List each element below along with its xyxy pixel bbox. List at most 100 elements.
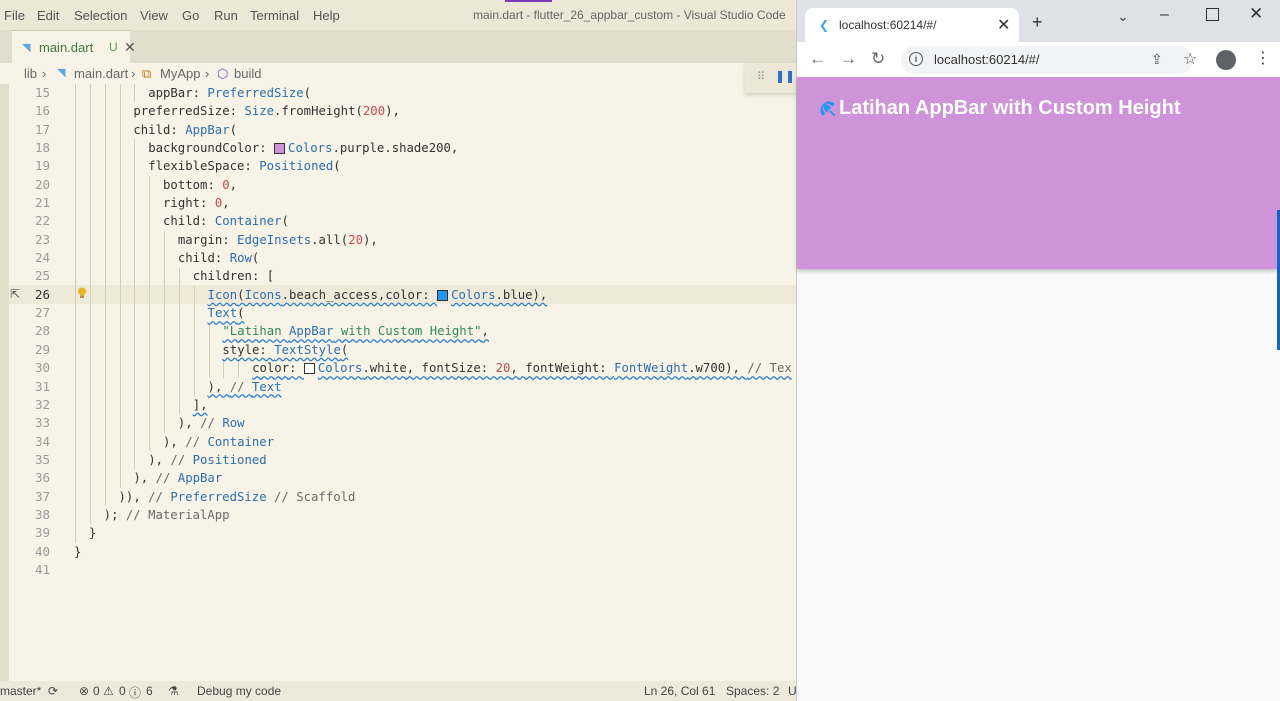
minimize-icon[interactable]: – [1160,6,1169,24]
code-line[interactable]: right: 0, [74,194,796,212]
page-viewport: Latihan AppBar with Custom Height [797,77,1280,701]
code-line[interactable]: Icon(Icons.beach_access,color: Colors.bl… [74,286,796,304]
warning-count[interactable]: 0 [119,684,126,698]
code-line[interactable]: appBar: PreferredSize( [74,84,796,102]
code-line[interactable]: child: Row( [74,249,796,267]
code-line[interactable]: color: Colors.white, fontSize: 20, fontW… [74,359,796,377]
status-bar: master* ⟳ ⊗ 0 ⚠ 0 ⓘ 6 ⚗ Debug my code Ln… [0,681,797,701]
code-line[interactable]: ), // AppBar [74,469,796,487]
code-line[interactable]: ); // MaterialApp [74,506,796,524]
line-number: 18 [34,140,50,156]
line-number: 41 [34,561,50,577]
star-icon[interactable]: ☆ [1183,49,1197,69]
menu-run[interactable]: Run [214,8,238,23]
info-icon[interactable]: i [909,52,923,66]
code-line[interactable]: ), // Positioned [74,451,796,469]
pause-icon[interactable]: ❚❚ [775,69,795,83]
color-swatch [274,143,286,155]
flutter-favicon-icon: ❮ [819,18,830,32]
code-line[interactable]: style: TextStyle( [74,341,796,359]
code-line[interactable]: margin: EdgeInsets.all(20), [74,231,796,249]
app-bar-title: Latihan AppBar with Custom Height [839,97,1181,119]
sync-icon[interactable]: ⟳ [48,684,58,698]
code-line[interactable]: } [74,543,796,561]
close-icon[interactable]: ✕ [1249,4,1263,24]
menu-view[interactable]: View [140,8,168,23]
more-menu-icon[interactable]: ⋮ [1255,48,1271,68]
line-number: 31 [34,378,50,394]
line-number: 35 [34,451,50,467]
line-number: 15 [34,85,50,100]
maximize-icon[interactable] [1206,8,1219,21]
line-number: 38 [34,506,50,522]
debug-icon: ⚗ [168,684,179,698]
browser-tab-title: localhost:60214/#/ [839,18,937,32]
code-line[interactable]: preferredSize: Size.fromHeight(200), [74,102,796,120]
line-number: 19 [34,158,50,174]
code-line[interactable]: ], [74,396,796,414]
breadcrumb-file[interactable]: main.dart [74,66,128,81]
info-count[interactable]: 6 [146,684,153,698]
new-tab-button[interactable]: + [1032,12,1043,33]
line-number: 17 [34,121,50,137]
chevron-right-icon: › [131,66,136,81]
color-swatch [437,289,449,301]
profile-avatar-icon[interactable] [1216,50,1236,70]
line-number: 33 [34,415,50,431]
error-count[interactable]: 0 [93,684,100,698]
breadcrumb-folder[interactable]: lib [24,66,37,81]
line-number: 32 [34,396,50,412]
share-icon[interactable]: ⇪ [1151,51,1163,68]
git-branch[interactable]: master* [0,684,41,698]
forward-icon[interactable]: → [840,49,857,69]
code-line[interactable]: children: [ [74,267,796,285]
code-editor[interactable]: appBar: PreferredSize(preferredSize: Siz… [74,84,796,604]
code-line[interactable]: Text( [74,304,796,322]
code-line[interactable]: "Latihan AppBar with Custom Height", [74,322,796,340]
code-line[interactable]: )), // PreferredSize // Scaffold [74,488,796,506]
tab-main-dart[interactable]: ◥ main.dart U ✕ [12,30,136,64]
menu-selection[interactable]: Selection [74,8,127,23]
line-numbers: 15 16 17 18 19 20 21 22 23 24 25 26 27 28 29 30 31 32 33 34… [18,84,50,579]
code-line[interactable]: ), // Text [74,378,796,396]
debug-status[interactable]: Debug my code [197,684,281,698]
menu-file[interactable]: File [4,8,25,23]
code-line[interactable] [74,561,796,579]
menu-bar: File Edit Selection View Go Run Terminal… [0,0,796,30]
code-line[interactable]: backgroundColor: Colors.purple.shade200, [74,139,796,157]
chevron-down-icon[interactable]: ⌄ [1117,8,1129,25]
code-line[interactable]: } [74,524,796,542]
line-number: 23 [34,231,50,247]
line-number: 30 [34,360,50,376]
code-line[interactable]: ), // Row [74,414,796,432]
close-icon[interactable]: ✕ [997,15,1010,35]
tab-label: main.dart [39,40,94,55]
reload-icon[interactable]: ↻ [871,49,885,69]
menu-go[interactable]: Go [182,8,199,23]
code-line[interactable]: ), // Container [74,433,796,451]
back-icon[interactable]: ← [809,49,826,69]
menu-edit[interactable]: Edit [37,8,59,23]
code-line[interactable]: flexibleSpace: Positioned( [74,157,796,175]
close-icon[interactable]: ✕ [124,39,136,56]
cursor-position[interactable]: Ln 26, Col 61 [644,684,715,698]
line-number: 22 [34,213,50,229]
method-icon: ⬡ [217,66,229,81]
menu-help[interactable]: Help [313,8,340,23]
line-number: 20 [34,176,50,192]
app-bar: Latihan AppBar with Custom Height [797,77,1280,269]
menu-terminal[interactable]: Terminal [250,8,299,23]
code-line[interactable]: bottom: 0, [74,176,796,194]
address-bar[interactable]: i localhost:60214/#/ ⇪ ☆ [901,46,1197,74]
window-title: main.dart - flutter_26_appbar_custom - V… [473,8,786,22]
breadcrumb-method[interactable]: build [234,66,261,81]
code-line[interactable]: child: AppBar( [74,121,796,139]
indentation[interactable]: Spaces: 2 [726,684,779,698]
drag-handle-icon[interactable]: ⠿ [757,70,765,83]
browser-tab[interactable]: ❮ localhost:60214/#/ ✕ [805,8,1019,42]
code-line[interactable]: child: Container( [74,212,796,230]
error-icon: ⊗ [79,684,90,698]
breadcrumb-class[interactable]: MyApp [160,66,200,81]
line-number: 40 [34,543,50,559]
line-number: 39 [34,525,50,541]
